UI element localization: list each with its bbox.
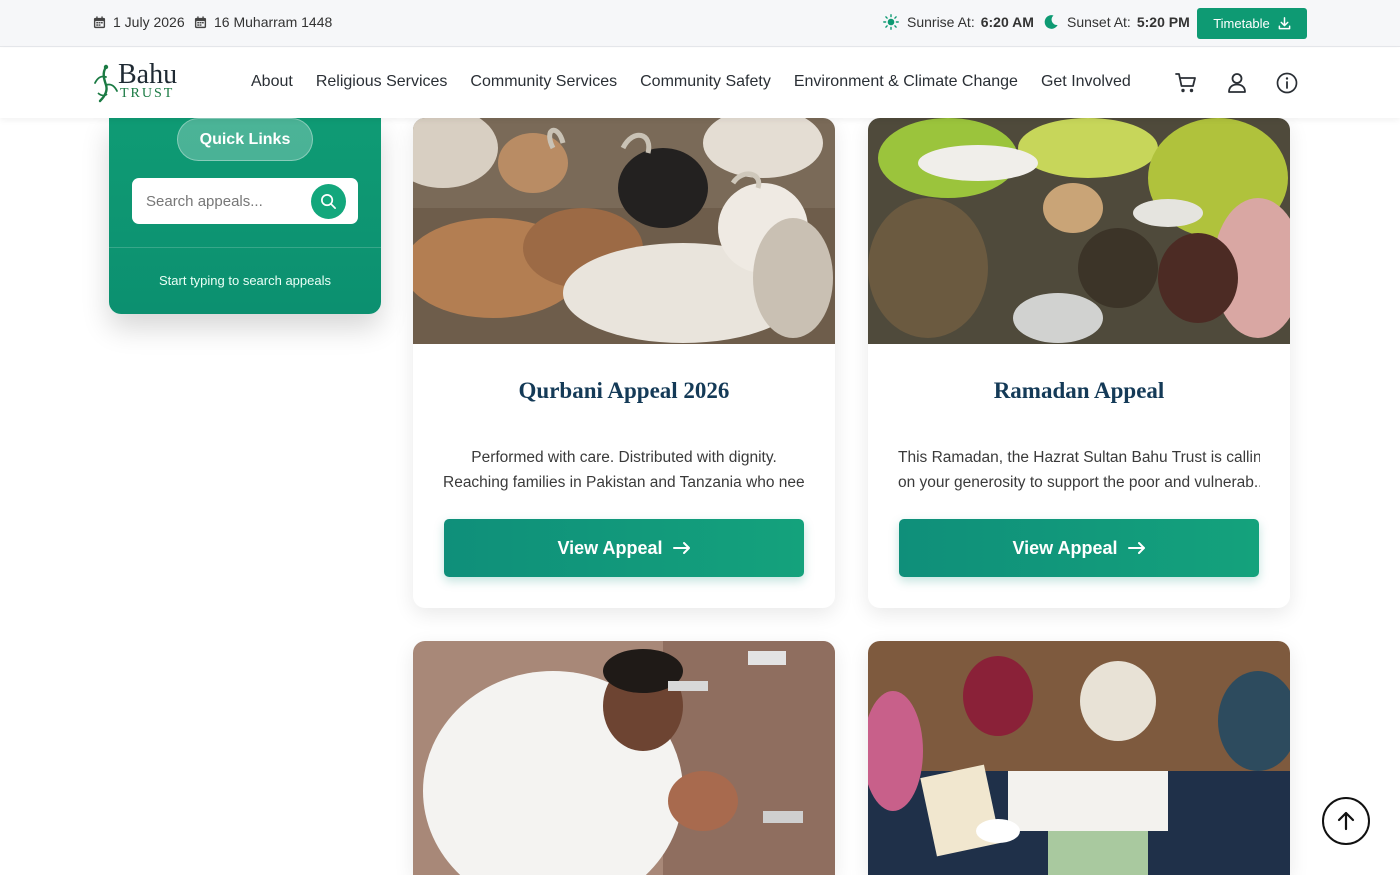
view-appeal-button[interactable]: View Appeal xyxy=(899,519,1259,577)
hijri-date: 16 Muharram 1448 xyxy=(194,14,332,30)
timetable-button[interactable]: Timetable xyxy=(1197,8,1307,39)
view-appeal-button[interactable]: View Appeal xyxy=(444,519,804,577)
back-to-top-button[interactable] xyxy=(1322,797,1370,845)
appeal-image-goats xyxy=(413,118,835,344)
sun-icon xyxy=(883,14,899,30)
nav-item-community-services[interactable]: Community Services xyxy=(470,73,617,91)
panel-divider xyxy=(109,247,381,248)
appeal-image-food-distribution xyxy=(868,118,1290,344)
nav-item-community-safety[interactable]: Community Safety xyxy=(640,73,771,91)
arrow-up-icon xyxy=(1337,811,1355,831)
appeal-title: Ramadan Appeal xyxy=(993,378,1165,403)
appeal-description: This Ramadan, the Hazrat Sultan Bahu Tru… xyxy=(898,449,1260,491)
nav-item-about[interactable]: About xyxy=(251,73,293,91)
quick-links-button[interactable]: Quick Links xyxy=(177,118,313,161)
nav-item-religious-services[interactable]: Religious Services xyxy=(316,73,448,91)
user-icon[interactable] xyxy=(1225,71,1249,95)
appeal-card xyxy=(413,641,835,875)
search-icon xyxy=(321,194,336,209)
search-button[interactable] xyxy=(311,184,346,219)
calendar-icon xyxy=(93,15,106,28)
search-hint: Start typing to search appeals xyxy=(159,273,331,288)
gregorian-date: 1 July 2026 xyxy=(93,14,185,30)
sunset-info: Sunset At: 5:20 PM xyxy=(1043,14,1190,30)
appeal-image-community-meeting xyxy=(868,641,1290,875)
main-header: Bahu TRUST About Religious Services Comm… xyxy=(0,48,1400,118)
download-icon xyxy=(1278,17,1291,30)
cart-icon[interactable] xyxy=(1174,71,1198,95)
moon-icon xyxy=(1044,15,1058,29)
nav-item-get-involved[interactable]: Get Involved xyxy=(1041,73,1131,91)
logo-emblem-icon xyxy=(94,64,118,103)
site-logo[interactable]: Bahu TRUST xyxy=(92,61,184,103)
logo-word-bahu: Bahu xyxy=(118,59,178,90)
quick-links-panel: Quick Links Start typing to search appea… xyxy=(109,118,381,314)
logo-word-trust: TRUST xyxy=(120,86,175,101)
calendar-icon xyxy=(194,15,207,28)
info-icon[interactable] xyxy=(1275,71,1299,95)
appeal-card: Qurbani Appeal 2026 Performed with care.… xyxy=(413,118,835,608)
main-nav: About Religious Services Community Servi… xyxy=(251,73,1131,91)
appeal-search-box xyxy=(132,178,358,224)
appeal-description: Performed with care. Distributed with di… xyxy=(443,449,805,491)
arrow-right-icon xyxy=(672,542,690,554)
appeal-title: Qurbani Appeal 2026 xyxy=(518,378,730,403)
sunrise-info: Sunrise At: 6:20 AM xyxy=(883,14,1034,30)
appeal-card: Ramadan Appeal This Ramadan, the Hazrat … xyxy=(868,118,1290,608)
arrow-right-icon xyxy=(1127,542,1145,554)
appeal-card xyxy=(868,641,1290,875)
nav-item-environment-climate-change[interactable]: Environment & Climate Change xyxy=(794,73,1018,91)
appeal-image-wudu xyxy=(413,641,835,875)
appeal-search-input[interactable] xyxy=(146,190,306,212)
top-info-bar: 1 July 2026 16 Muharram 1448 Sunrise At:… xyxy=(0,0,1400,47)
